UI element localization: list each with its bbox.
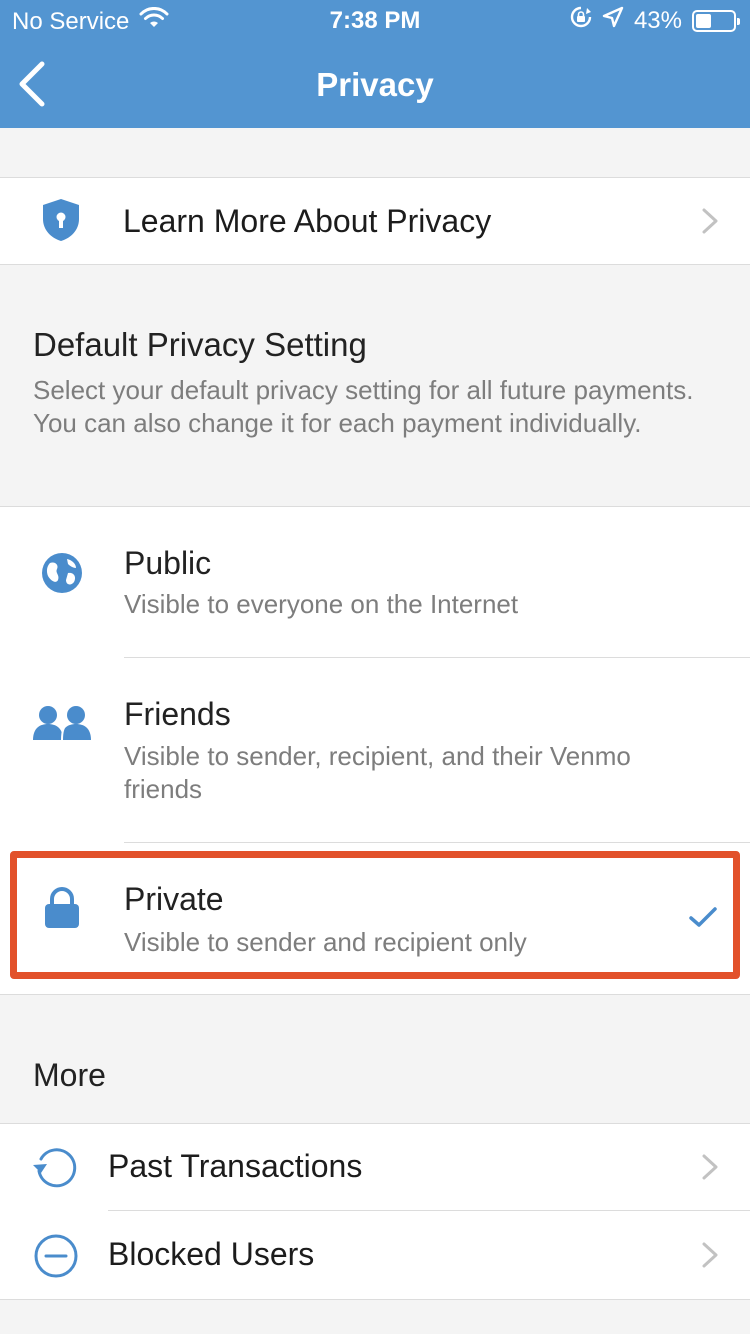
option-friends[interactable]: Friends Visible to sender, recipient, an… — [0, 658, 750, 842]
history-icon — [32, 1145, 80, 1194]
option-private[interactable]: Private Visible to sender and recipient … — [0, 843, 750, 993]
page-title: Privacy — [316, 66, 434, 103]
option-description: Visible to sender and recipient only — [124, 927, 527, 957]
more-section-title: More — [33, 1057, 106, 1093]
blocked-minus-icon — [33, 1233, 79, 1284]
status-right: 43% — [570, 6, 740, 35]
navigation-header: No Service 7:38 PM 43% Privacy — [0, 0, 750, 128]
battery-icon — [692, 9, 740, 32]
divider — [0, 264, 750, 265]
status-bar: No Service 7:38 PM 43% — [0, 0, 750, 40]
more-item-label: Blocked Users — [108, 1236, 315, 1272]
battery-fill — [696, 13, 711, 28]
option-description: Visible to sender, recipient, and their … — [124, 741, 631, 804]
shield-icon — [40, 197, 82, 248]
learn-more-label: Learn More About Privacy — [123, 203, 492, 239]
lock-icon — [44, 887, 80, 934]
default-privacy-description: Select your default privacy setting for … — [33, 375, 694, 438]
rotation-lock-icon — [570, 6, 592, 35]
globe-icon — [40, 551, 84, 600]
learn-more-privacy-row[interactable]: Learn More About Privacy — [0, 178, 750, 264]
friends-icon — [31, 704, 93, 747]
more-item-label: Past Transactions — [108, 1148, 363, 1184]
divider — [0, 994, 750, 995]
option-title: Public — [124, 545, 212, 581]
blocked-users-row[interactable]: Blocked Users — [0, 1211, 750, 1299]
option-public[interactable]: Public Visible to everyone on the Intern… — [0, 507, 750, 657]
chevron-right-icon — [701, 207, 719, 235]
battery-percent: 43% — [633, 6, 682, 34]
divider — [0, 177, 750, 178]
chevron-right-icon — [701, 1241, 719, 1269]
checkmark-icon — [689, 906, 717, 933]
option-title: Friends — [124, 696, 231, 732]
option-title: Private — [124, 881, 224, 917]
option-description: Visible to everyone on the Internet — [124, 589, 519, 619]
location-arrow-icon — [602, 6, 624, 35]
divider — [0, 1299, 750, 1300]
chevron-right-icon — [701, 1153, 719, 1181]
default-privacy-title: Default Privacy Setting — [33, 326, 367, 363]
past-transactions-row[interactable]: Past Transactions — [0, 1124, 750, 1210]
